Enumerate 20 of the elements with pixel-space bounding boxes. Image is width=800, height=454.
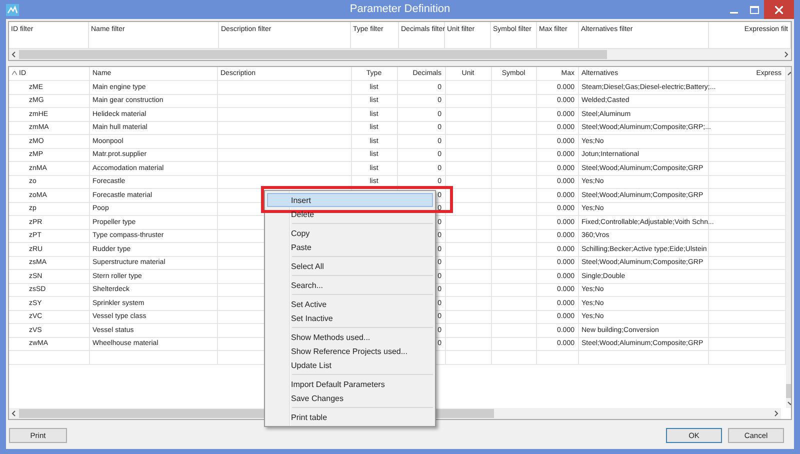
menu-item[interactable]: Set Inactive: [267, 311, 433, 325]
minimize-icon: [730, 12, 738, 14]
close-icon: [775, 6, 783, 14]
menu-item[interactable]: Show Reference Projects used...: [267, 344, 433, 358]
window-title: Parameter Definition: [348, 2, 452, 18]
scrollbar-thumb[interactable]: [19, 50, 607, 59]
menu-item[interactable]: Insert: [267, 193, 433, 207]
menu-item[interactable]: Show Methods used...: [267, 330, 433, 344]
menu-item[interactable]: Print table: [267, 410, 433, 424]
close-button[interactable]: [764, 0, 794, 19]
menu-item[interactable]: Search...: [267, 278, 433, 292]
maximize-icon: [750, 6, 758, 14]
menu-item[interactable]: Paste: [267, 240, 433, 254]
menu-item[interactable]: Import Default Parameters: [267, 377, 433, 391]
menu-item[interactable]: Update List: [267, 358, 433, 372]
menu-item[interactable]: Select All: [267, 259, 433, 273]
app-icon: [6, 4, 19, 16]
menu-item[interactable]: Copy: [267, 226, 433, 240]
menu-item[interactable]: Save Changes: [267, 391, 433, 405]
menu-item[interactable]: Set Active: [267, 297, 433, 311]
